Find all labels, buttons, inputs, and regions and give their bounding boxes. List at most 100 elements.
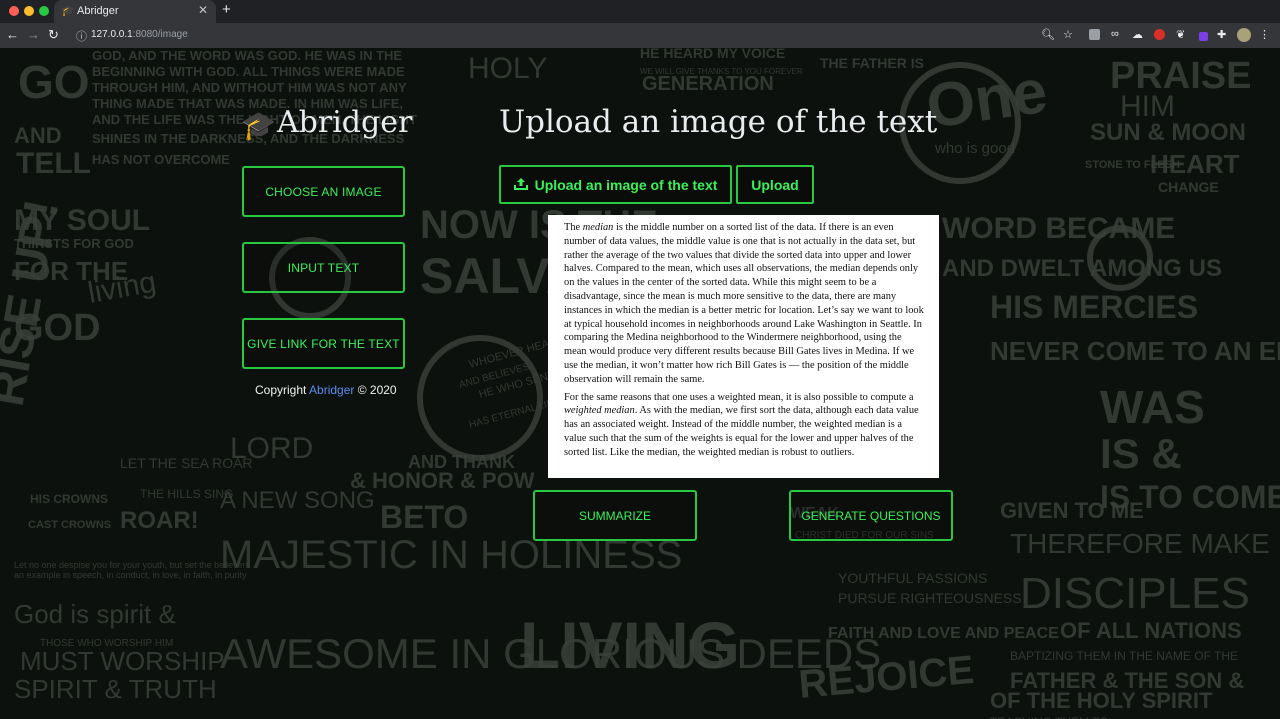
background-art-text: WAS: [1100, 381, 1205, 433]
background-art-text: CHANGE: [1158, 179, 1219, 195]
back-icon[interactable]: ←: [6, 27, 19, 42]
extension-shield-icon[interactable]: [1154, 29, 1165, 40]
doc-text: The: [564, 222, 583, 233]
background-art-text: THE FATHER IS: [820, 55, 924, 71]
background-art-text: OF ALL NATIONS: [1060, 618, 1242, 643]
background-art-text: BETO: [380, 499, 468, 535]
page-content: GO AND TELL GOD, AND THE WORD WAS GOD. HE W…: [0, 48, 1280, 719]
background-art-text: WE WILL GIVE THANKS TO YOU FOREVER: [640, 67, 803, 76]
copyright-prefix: Copyright: [255, 383, 307, 397]
zoom-icon[interactable]: 🔍︎: [1041, 28, 1055, 41]
background-art-text: IS &: [1100, 430, 1182, 477]
doc-text: is the middle number on a sorted list of…: [564, 222, 924, 385]
background-art-text: WORD BECAME: [942, 212, 1175, 245]
background-art-text: DISCIPLES: [1020, 569, 1250, 618]
brand-name: Abridger: [277, 105, 413, 140]
background-art-text: OF THE HOLY SPIRIT: [990, 688, 1213, 713]
upload-icon: [513, 177, 528, 193]
nav-choose-image-button[interactable]: CHOOSE AN IMAGE: [242, 166, 405, 217]
background-art-text: who is good: [934, 140, 1015, 157]
doc-emphasis: median: [582, 222, 614, 233]
background-art-text: RISE UP!: [0, 196, 69, 410]
background-art-text: HE HEARD MY VOICE: [640, 48, 785, 61]
choose-file-label: Upload an image of the text: [534, 176, 718, 193]
extension-n-icon[interactable]: [1089, 29, 1100, 40]
background-art-text: HIS MERCIES: [990, 289, 1198, 325]
copyright-suffix: © 2020: [357, 383, 397, 397]
uploaded-image-preview: The median is the middle number on a sor…: [548, 215, 939, 478]
bookmark-star-icon[interactable]: ☆: [1063, 28, 1073, 41]
browser-toolbar: ← → ↻ ⓘ 127.0.0.1:8080/image 🔍︎ ☆ ∞ ☁ ❦ …: [0, 23, 1280, 48]
background-art-text: THE HILLS SING: [140, 487, 233, 501]
extensions-puzzle-icon[interactable]: ✚: [1217, 28, 1226, 41]
background-art-text: BAPTIZING THEM IN THE NAME OF THE: [1010, 649, 1238, 663]
browser-tab[interactable]: 🎓 Abridger ✕: [54, 0, 216, 23]
extension-leaf-icon[interactable]: ❦: [1176, 28, 1185, 41]
nav-input-text-button[interactable]: INPUT TEXT: [242, 242, 405, 293]
reload-icon[interactable]: ↻: [48, 27, 59, 43]
doc-text: For the same reasons that one uses a wei…: [564, 391, 914, 403]
background-art-text: YOUTHFUL PASSIONS: [838, 570, 987, 586]
browser-menu-icon[interactable]: ⋮: [1259, 28, 1270, 41]
page-title: Upload an image of the text: [499, 104, 938, 140]
background-art-text: FAITH AND LOVE AND PEACE: [828, 625, 1059, 642]
background-art-text: GIVEN TO ME: [1000, 498, 1144, 523]
upload-button[interactable]: Upload: [736, 165, 814, 204]
background-art-text: HAS NOT OVERCOME: [92, 152, 230, 167]
browser-tab-bar: 🎓 Abridger ✕ +: [0, 0, 1280, 23]
doc-paragraph-1: The median is the middle number on a sor…: [564, 221, 924, 387]
background-art-text: THROUGH HIM, AND WITHOUT HIM WAS NOT ANY: [92, 80, 407, 95]
background-art-text: HIS CROWNS: [30, 492, 108, 506]
background-art-text: MUST WORSHIP: [20, 646, 225, 676]
site-info-icon[interactable]: ⓘ: [76, 28, 87, 44]
generate-questions-button[interactable]: GENERATE QUESTIONS: [789, 490, 953, 541]
background-art-text: LIVING: [520, 608, 740, 682]
doc-emphasis: weighted median: [564, 405, 635, 417]
address-bar[interactable]: 127.0.0.1:8080/image: [91, 29, 188, 40]
url-path: :8080/image: [132, 29, 188, 40]
background-art-text: GO: [18, 56, 90, 108]
copyright-brand-link[interactable]: Abridger: [309, 383, 354, 397]
background-art-text: LET THE SEA ROAR: [120, 455, 253, 471]
background-art-text: ROAR!: [120, 507, 199, 534]
background-art-text: TEACHING THEM TO: [990, 715, 1109, 719]
forward-icon[interactable]: →: [27, 27, 40, 42]
close-window-icon[interactable]: [9, 6, 19, 16]
background-art-text: SUN & MOON: [1090, 119, 1246, 146]
background-art-text: SPIRIT & TRUTH: [14, 674, 217, 704]
extension-glasses-icon[interactable]: ∞: [1111, 28, 1119, 40]
copyright-notice: Copyright Abridger © 2020: [255, 383, 397, 397]
tab-title: Abridger: [77, 5, 119, 17]
background-art-text: AND DWELT AMONG US: [942, 255, 1222, 282]
background-art-text: AND: [14, 123, 62, 148]
extension-purple-icon[interactable]: [1199, 32, 1208, 41]
background-art-text: CAST CROWNS: [28, 519, 111, 531]
background-art-text: BEGINNING WITH GOD. ALL THINGS WERE MADE: [92, 64, 405, 79]
close-tab-icon[interactable]: ✕: [198, 3, 208, 17]
background-art-text: GOD, AND THE WORD WAS GOD. HE WAS IN THE: [92, 48, 402, 63]
background-art-text: AND THANK: [408, 452, 515, 472]
profile-avatar[interactable]: [1237, 28, 1251, 42]
background-art-text: PURSUE RIGHTEOUSNESS: [838, 590, 1022, 606]
maximize-window-icon[interactable]: [39, 6, 49, 16]
graduation-cap-favicon-icon: 🎓: [61, 5, 75, 17]
nav-give-link-button[interactable]: GIVE LINK FOR THE TEXT: [242, 318, 405, 369]
extension-cloud-icon[interactable]: ☁: [1132, 28, 1143, 41]
summarize-button[interactable]: SUMMARIZE: [533, 490, 697, 541]
background-art-text: TELL: [16, 147, 91, 180]
background-art-text: NEVER COME TO AN END: [990, 336, 1280, 366]
url-host: 127.0.0.1: [91, 29, 133, 40]
choose-file-button[interactable]: Upload an image of the text: [499, 165, 732, 204]
background-art-text: God is spirit &: [14, 599, 176, 629]
background-art-text: GENERATION: [642, 73, 774, 95]
background-art-text: THEREFORE MAKE: [1010, 528, 1270, 559]
background-art-text: HAS ETERNAL LIFE: [468, 396, 561, 431]
minimize-window-icon[interactable]: [24, 6, 34, 16]
background-art-text: HOLY: [468, 52, 547, 85]
background-art-text: Let no one despise you for your youth, b…: [14, 560, 251, 570]
graduation-cap-icon: 🎓: [241, 110, 276, 141]
background-art-text: an example in speech, in conduct, in lov…: [14, 570, 247, 580]
new-tab-button[interactable]: +: [222, 1, 231, 18]
doc-paragraph-2: For the same reasons that one uses a wei…: [564, 391, 924, 460]
background-art-text: STONE TO FLESH: [1085, 159, 1180, 171]
